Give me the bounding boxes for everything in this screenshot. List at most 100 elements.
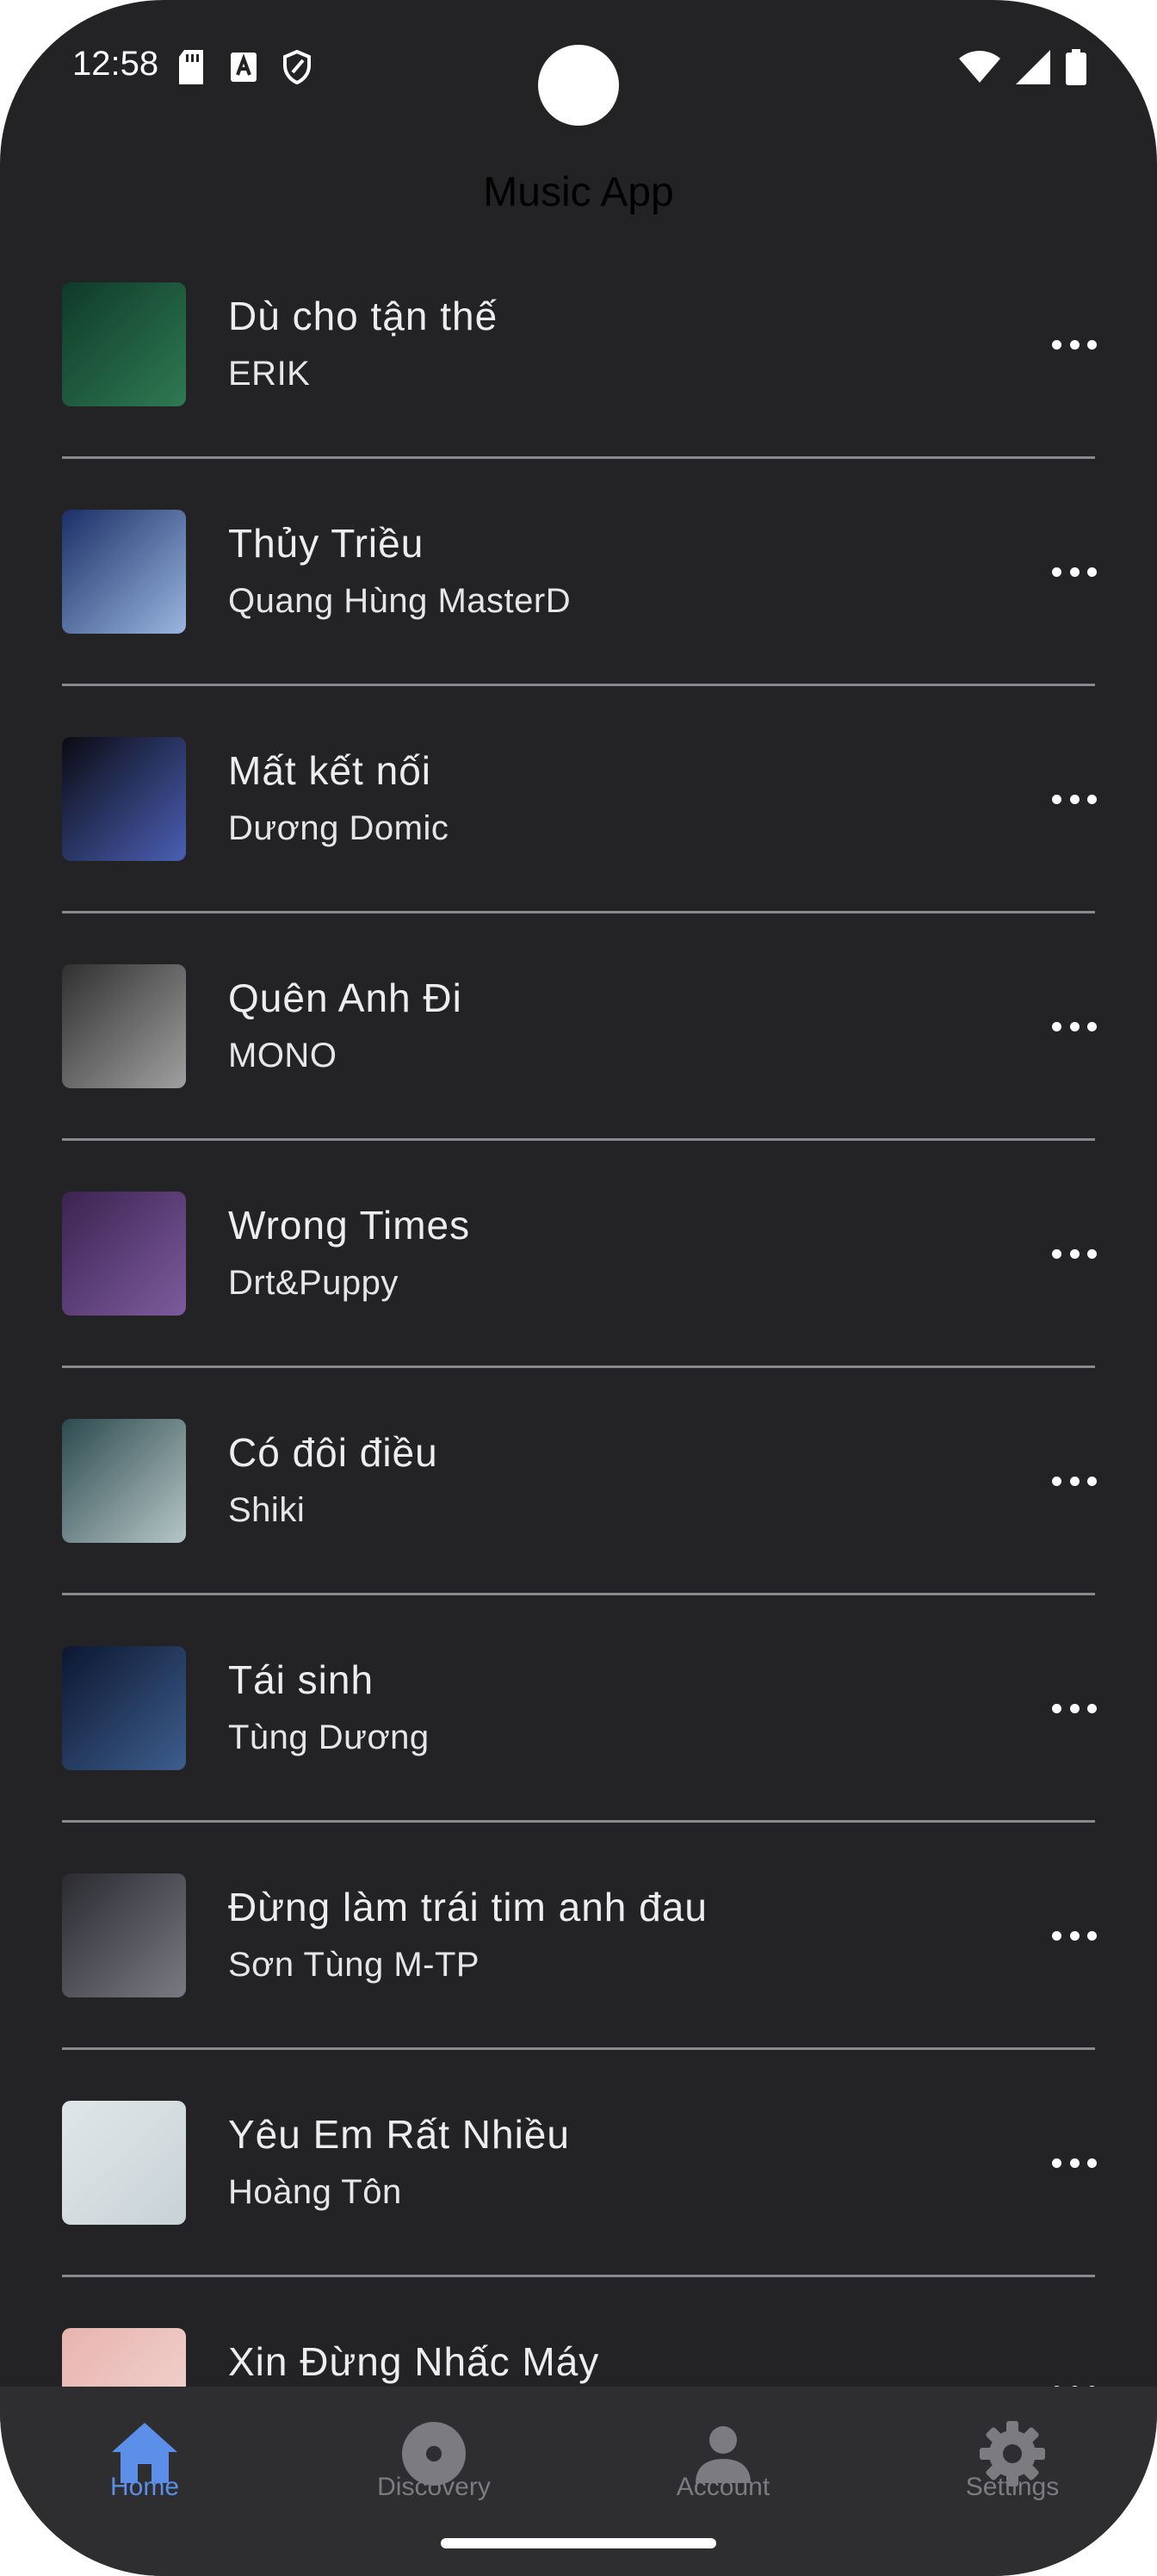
song-artist: Sơn Tùng M-TP: [228, 1946, 480, 1984]
song-artist: Tùng Dương: [228, 1718, 430, 1756]
text-a-icon: [231, 53, 257, 82]
list-divider: [62, 684, 1095, 686]
album-art: [62, 510, 186, 634]
more-dot-icon: [1069, 339, 1080, 350]
more-dot-icon: [1052, 339, 1061, 350]
song-list-item[interactable]: Thủy Triều Quang Hùng MasterD: [0, 477, 1157, 704]
sd-card-icon: [179, 50, 203, 84]
song-title: Yêu Em Rất Nhiều: [228, 2112, 570, 2157]
more-dot-icon: [1069, 1021, 1080, 1031]
list-divider: [62, 911, 1095, 913]
nav-item-account[interactable]: Account: [578, 2387, 868, 2542]
more-dot-icon: [1069, 1248, 1080, 1259]
more-dot-icon: [1069, 1930, 1080, 1941]
more-dot-icon: [1087, 2158, 1097, 2168]
status-icons-left: [177, 48, 312, 86]
nav-label-discovery: Discovery: [377, 2473, 491, 2501]
list-divider: [62, 1138, 1095, 1141]
nav-item-home[interactable]: Home: [0, 2387, 289, 2542]
more-dot-icon: [1052, 1703, 1061, 1713]
more-options-button[interactable]: [1052, 1245, 1097, 1262]
song-artist: Shiki: [228, 1491, 306, 1529]
album-art: [62, 2328, 186, 2387]
more-dot-icon: [1052, 1248, 1061, 1259]
song-artist: Drt&Puppy: [228, 1264, 399, 1302]
album-art: [62, 2101, 186, 2225]
song-list-item[interactable]: Wrong Times Drt&Puppy: [0, 1159, 1157, 1386]
album-art: [62, 964, 186, 1088]
song-list-item[interactable]: Có đôi điều Shiki: [0, 1386, 1157, 1613]
song-title: Thủy Triều: [228, 521, 424, 566]
song-list-item[interactable]: Dù cho tận thế ERIK: [0, 250, 1157, 477]
album-art: [62, 1873, 186, 1997]
song-list-item[interactable]: Yêu Em Rất Nhiều Hoàng Tôn: [0, 2068, 1157, 2295]
status-icons-right: [959, 48, 1086, 86]
more-dot-icon: [1087, 1703, 1097, 1713]
more-dot-icon: [1052, 1930, 1061, 1941]
album-art: [62, 1646, 186, 1770]
phone-screen: 12:58 Music App Dù cho tận thế ERIK Thủy T…: [0, 0, 1157, 2576]
more-dot-icon: [1087, 339, 1097, 350]
song-title: Quên Anh Đi: [228, 975, 462, 1020]
shield-icon: [283, 50, 311, 84]
list-divider: [62, 2047, 1095, 2050]
more-dot-icon: [1087, 567, 1097, 577]
album-art: [62, 1419, 186, 1543]
battery-icon: [1066, 49, 1086, 85]
more-dot-icon: [1069, 567, 1080, 577]
more-dot-icon: [1052, 2158, 1061, 2168]
app-title: Music App: [483, 170, 674, 215]
more-dot-icon: [1069, 1476, 1080, 1486]
song-title: Mất kết nối: [228, 748, 431, 793]
song-list-item[interactable]: Quên Anh Đi MONO: [0, 932, 1157, 1159]
nav-item-discovery[interactable]: Discovery: [289, 2387, 578, 2542]
nav-label-home: Home: [109, 2473, 180, 2501]
signal-icon: [1016, 50, 1050, 84]
more-dot-icon: [1087, 1021, 1097, 1031]
nav-item-settings[interactable]: Settings: [868, 2387, 1157, 2542]
song-artist: Hoàng Tôn: [228, 2173, 402, 2211]
album-art: [62, 282, 186, 406]
more-options-button[interactable]: [1052, 1927, 1097, 1944]
album-art: [62, 1192, 186, 1316]
song-title: Có đôi điều: [228, 1430, 438, 1475]
more-options-button[interactable]: [1052, 1472, 1097, 1489]
list-divider: [62, 1820, 1095, 1823]
more-options-button[interactable]: [1052, 1018, 1097, 1035]
song-title: Tái sinh: [228, 1657, 374, 1702]
more-dot-icon: [1052, 794, 1061, 804]
more-dot-icon: [1052, 1021, 1061, 1031]
more-dot-icon: [1087, 1930, 1097, 1941]
status-time: 12:58: [72, 45, 159, 83]
more-dot-icon: [1087, 1248, 1097, 1259]
list-divider: [62, 1593, 1095, 1595]
more-options-button[interactable]: [1052, 563, 1097, 580]
song-artist: Quang Hùng MasterD: [228, 582, 572, 620]
song-list-item[interactable]: Xin Đừng Nhấc Máy: [0, 2295, 1157, 2387]
list-divider: [62, 1365, 1095, 1368]
song-list-item[interactable]: Tái sinh Tùng Dương: [0, 1613, 1157, 1841]
song-title: Xin Đừng Nhấc Máy: [228, 2339, 600, 2384]
song-title: Dù cho tận thế: [228, 294, 498, 338]
song-list[interactable]: Dù cho tận thế ERIK Thủy Triều Quang Hùng M…: [0, 250, 1157, 2387]
more-options-button[interactable]: [1052, 2154, 1097, 2171]
song-artist: MONO: [228, 1037, 337, 1074]
front-camera: [538, 45, 619, 126]
home-indicator[interactable]: [441, 2538, 716, 2548]
nav-label-account: Account: [676, 2473, 770, 2501]
song-list-item[interactable]: Đừng làm trái tim anh đau Sơn Tùng M-TP: [0, 1841, 1157, 2068]
more-dot-icon: [1069, 794, 1080, 804]
more-dot-icon: [1052, 567, 1061, 577]
more-dot-icon: [1052, 1476, 1061, 1486]
more-options-button[interactable]: [1052, 790, 1097, 808]
more-dot-icon: [1087, 1476, 1097, 1486]
list-divider: [62, 2275, 1095, 2277]
song-title: Đừng làm trái tim anh đau: [228, 1885, 708, 1929]
more-options-button[interactable]: [1052, 1700, 1097, 1717]
song-list-item[interactable]: Mất kết nối Dương Domic: [0, 704, 1157, 932]
song-artist: Dương Domic: [228, 809, 449, 847]
album-art: [62, 737, 186, 861]
wifi-icon: [959, 51, 1000, 83]
more-options-button[interactable]: [1052, 336, 1097, 353]
list-divider: [62, 456, 1095, 459]
